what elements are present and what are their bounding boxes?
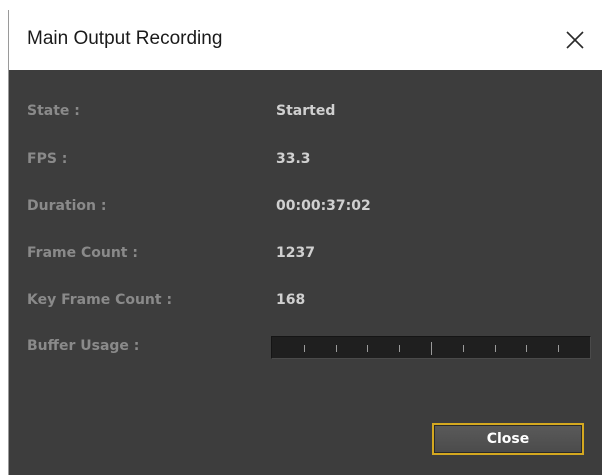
state-value: Started <box>276 103 336 119</box>
state-row: State : Started <box>9 100 602 122</box>
key-frame-count-value: 168 <box>276 292 306 308</box>
frame-count-label: Frame Count : <box>27 245 138 261</box>
buffer-meter-tick <box>367 345 368 352</box>
duration-row: Duration : 00:00:37:02 <box>9 195 602 217</box>
close-button[interactable]: Close <box>432 423 584 455</box>
buffer-meter-tick <box>495 345 496 352</box>
frame-count-row: Frame Count : 1237 <box>9 242 602 264</box>
duration-label: Duration : <box>27 198 107 214</box>
buffer-meter-tick <box>558 345 559 352</box>
buffer-meter-tick <box>336 345 337 352</box>
dialog-body: State : Started FPS : 33.3 Duration : 00… <box>9 70 602 475</box>
buffer-meter-tick <box>526 345 527 352</box>
window-close-button[interactable] <box>547 10 602 70</box>
duration-value: 00:00:37:02 <box>276 198 371 214</box>
close-icon <box>566 31 584 49</box>
buffer-meter-tick <box>304 345 305 352</box>
fps-row: FPS : 33.3 <box>9 148 602 170</box>
frame-count-value: 1237 <box>276 245 315 261</box>
key-frame-count-row: Key Frame Count : 168 <box>9 289 602 311</box>
title-bar: Main Output Recording <box>9 10 602 70</box>
buffer-meter-tick <box>431 342 432 355</box>
buffer-usage-label: Buffer Usage : <box>27 338 140 354</box>
fps-value: 33.3 <box>276 151 311 167</box>
buffer-meter-tick <box>399 345 400 352</box>
buffer-meter-tick <box>463 345 464 352</box>
state-label: State : <box>27 103 80 119</box>
fps-label: FPS : <box>27 151 68 167</box>
buffer-usage-row: Buffer Usage : <box>9 335 602 361</box>
dialog-title: Main Output Recording <box>27 28 223 49</box>
key-frame-count-label: Key Frame Count : <box>27 292 173 308</box>
buffer-usage-meter <box>271 336 591 359</box>
recording-dialog: Main Output Recording State : Started FP… <box>8 10 602 475</box>
